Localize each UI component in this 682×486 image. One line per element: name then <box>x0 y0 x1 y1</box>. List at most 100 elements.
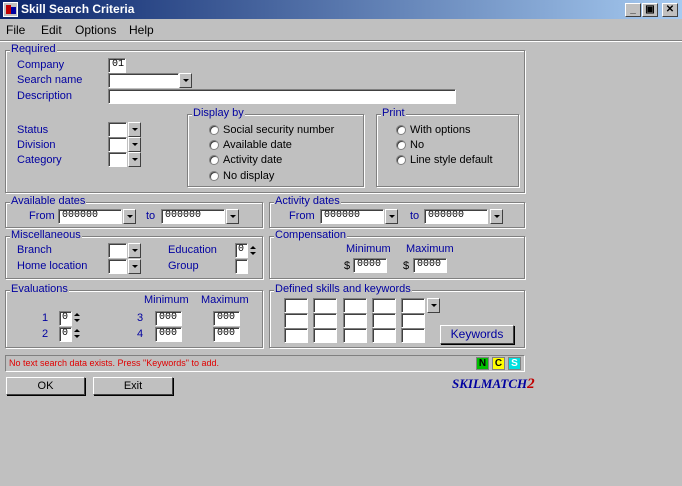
evaluation-4-minimum-field[interactable]: 000 <box>155 327 182 342</box>
print-no-label: No <box>410 139 425 151</box>
evaluation-1-spinner[interactable] <box>74 311 80 325</box>
display-by-ssn-radio[interactable] <box>209 125 219 135</box>
activity-dates-legend: Activity dates <box>274 195 341 208</box>
print-line-style-default-label: Line style default <box>410 154 493 166</box>
home-location-field[interactable] <box>108 259 127 274</box>
activity-from-field[interactable]: 000000 <box>320 209 384 224</box>
menu-file[interactable]: File <box>6 23 25 37</box>
app-icon[interactable] <box>3 2 18 17</box>
activity-to-field[interactable]: 000000 <box>424 209 488 224</box>
available-to-field[interactable]: 000000 <box>161 209 225 224</box>
division-field[interactable] <box>108 137 127 152</box>
compensation-minimum-label: Minimum <box>346 243 391 255</box>
skilmatch-logo: SKILMATCH2 <box>452 376 535 393</box>
evaluation-3-minimum-field[interactable]: 000 <box>155 311 182 326</box>
evaluation-1-field[interactable]: 0 <box>59 311 72 326</box>
branch-label: Branch <box>17 244 52 256</box>
menu-bar: File Edit Options Help <box>0 19 682 40</box>
education-field[interactable]: 0 <box>235 243 248 258</box>
description-field[interactable] <box>108 89 456 104</box>
display-by-available-date-radio[interactable] <box>209 140 219 150</box>
print-legend: Print <box>381 107 406 120</box>
logo-text: SKILMATCH <box>452 376 528 391</box>
print-with-options-radio[interactable] <box>396 125 406 135</box>
category-dropdown-button[interactable] <box>128 152 141 167</box>
skill-box[interactable] <box>372 298 396 313</box>
menu-help[interactable]: Help <box>129 23 154 37</box>
ok-button[interactable]: OK <box>6 377 85 395</box>
group-field[interactable] <box>235 259 248 274</box>
skill-box[interactable] <box>313 298 337 313</box>
status-message: No text search data exists. Press "Keywo… <box>9 358 219 368</box>
display-by-no-display-radio[interactable] <box>209 171 219 181</box>
status-field[interactable] <box>108 122 127 137</box>
display-by-available-date-label: Available date <box>223 139 292 151</box>
skill-box[interactable] <box>401 328 425 343</box>
activity-from-dropdown-button[interactable] <box>385 209 398 224</box>
s-indicator[interactable]: S <box>508 357 521 370</box>
branch-dropdown-button[interactable] <box>128 243 141 258</box>
evaluation-2-spinner[interactable] <box>74 327 80 341</box>
compensation-maximum-field[interactable]: 0000 <box>413 258 447 273</box>
search-name-field[interactable] <box>108 73 179 88</box>
skill-box[interactable] <box>343 328 367 343</box>
skill-box[interactable] <box>313 328 337 343</box>
evaluations-legend: Evaluations <box>10 283 69 296</box>
n-indicator[interactable]: N <box>476 357 489 370</box>
available-from-dropdown-button[interactable] <box>123 209 136 224</box>
maximize-button[interactable]: ▣ <box>642 3 658 17</box>
close-button[interactable]: ✕ <box>662 3 678 17</box>
menu-options[interactable]: Options <box>75 23 116 37</box>
display-by-activity-date-radio[interactable] <box>209 155 219 165</box>
keywords-button[interactable]: Keywords <box>440 325 514 344</box>
category-field[interactable] <box>108 152 127 167</box>
home-location-label: Home location <box>17 260 88 272</box>
evaluations-minimum-label: Minimum <box>144 294 189 306</box>
logo-number: 2 <box>527 376 535 392</box>
miscellaneous-legend: Miscellaneous <box>10 229 82 242</box>
print-line-style-default-radio[interactable] <box>396 155 406 165</box>
compensation-group: Compensation <box>269 229 525 279</box>
skill-box[interactable] <box>284 313 308 328</box>
display-by-no-display-label: No display <box>223 170 275 182</box>
division-dropdown-button[interactable] <box>128 137 141 152</box>
available-from-field[interactable]: 000000 <box>58 209 122 224</box>
compensation-legend: Compensation <box>274 229 347 242</box>
minimize-button[interactable]: _ <box>625 3 641 17</box>
evaluation-4-maximum-field[interactable]: 000 <box>213 327 240 342</box>
skill-box[interactable] <box>343 298 367 313</box>
status-bar: No text search data exists. Press "Keywo… <box>5 355 525 372</box>
skill-box[interactable] <box>372 313 396 328</box>
available-to-dropdown-button[interactable] <box>226 209 239 224</box>
skill-box[interactable] <box>401 313 425 328</box>
c-indicator[interactable]: C <box>492 357 505 370</box>
skill-box[interactable] <box>343 313 367 328</box>
status-dropdown-button[interactable] <box>128 122 141 137</box>
evaluation-2-field[interactable]: 0 <box>59 327 72 342</box>
available-dates-legend: Available dates <box>10 195 87 208</box>
skill-box[interactable] <box>313 313 337 328</box>
status-label: Status <box>17 124 49 136</box>
search-name-dropdown-button[interactable] <box>179 73 192 88</box>
evaluation-4-label: 4 <box>137 328 144 340</box>
compensation-maximum-currency: $ <box>403 260 410 272</box>
company-label: Company <box>17 59 65 71</box>
skills-dropdown-button[interactable] <box>427 298 440 313</box>
skill-box[interactable] <box>401 298 425 313</box>
description-label: Description <box>17 90 73 102</box>
menu-edit[interactable]: Edit <box>41 23 62 37</box>
activity-to-dropdown-button[interactable] <box>490 209 503 224</box>
skill-box[interactable] <box>284 298 308 313</box>
skill-box[interactable] <box>284 328 308 343</box>
education-spinner[interactable] <box>250 244 256 258</box>
print-no-radio[interactable] <box>396 140 406 150</box>
compensation-minimum-field[interactable]: 0000 <box>353 258 387 273</box>
category-label: Category <box>17 154 62 166</box>
exit-button[interactable]: Exit <box>93 377 173 395</box>
branch-field[interactable] <box>108 243 127 258</box>
home-location-dropdown-button[interactable] <box>128 259 141 274</box>
company-field[interactable]: 01 <box>108 58 126 73</box>
evaluation-3-maximum-field[interactable]: 000 <box>213 311 240 326</box>
skill-box[interactable] <box>372 328 396 343</box>
compensation-maximum-label: Maximum <box>406 243 454 255</box>
